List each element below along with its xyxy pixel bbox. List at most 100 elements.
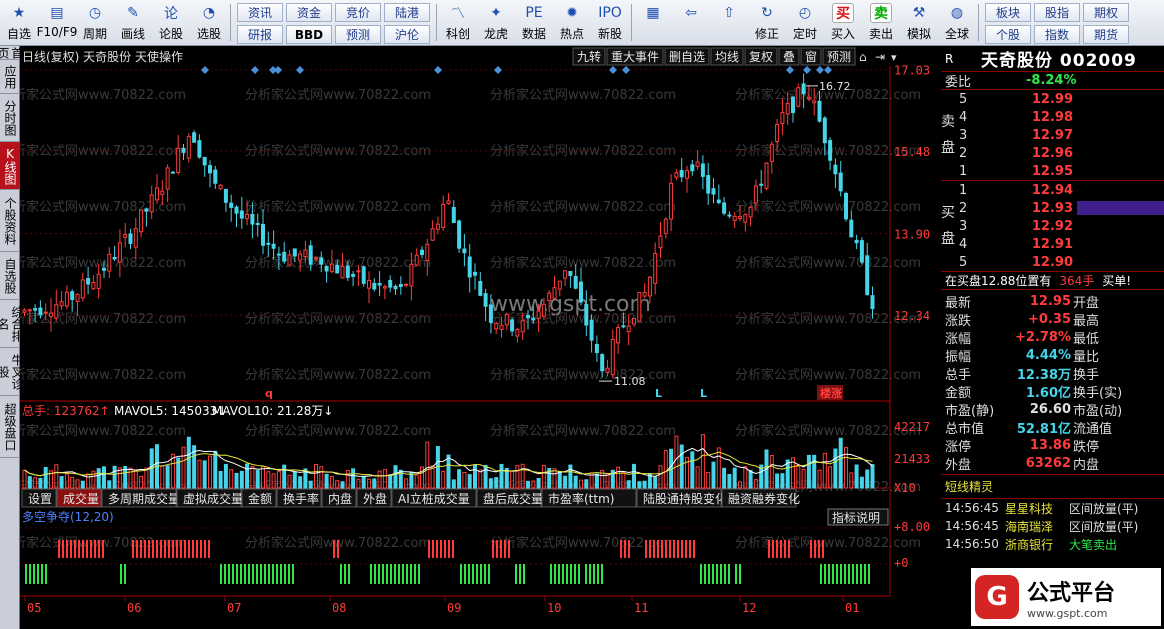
market-button-4[interactable]: 指数 (1034, 25, 1080, 44)
grid-button-0[interactable]: 资讯 (237, 3, 283, 22)
ask-book-level[interactable]: 5 12.99 (959, 90, 1164, 108)
volume-bar (812, 454, 817, 489)
news-item[interactable]: 14:56:50 浙商银行 大笔卖出 (941, 535, 1164, 553)
event-diamond-icon[interactable] (494, 66, 502, 74)
dingshi-button[interactable]: ◴ 定时 (786, 0, 824, 45)
chart-tab-0[interactable]: 九转 (572, 47, 606, 66)
event-diamond-icon[interactable] (786, 66, 794, 74)
indicator-tab-4[interactable]: 金额 (241, 488, 277, 508)
grid-button-7[interactable]: 沪伦 (384, 25, 430, 44)
leftnav-item-8[interactable]: 超级盘口 (0, 396, 20, 458)
ask-book-level[interactable]: 2 12.96 (959, 144, 1164, 162)
event-diamond-icon[interactable] (251, 66, 259, 74)
event-diamond-icon[interactable] (434, 66, 442, 74)
candle-body (658, 235, 663, 249)
market-button-1[interactable]: 股指 (1034, 3, 1080, 22)
next-icon[interactable]: ⇥ (875, 50, 885, 64)
indicator-tab-9[interactable]: 盘后成交量 (476, 488, 543, 508)
indicator-tab-5[interactable]: 换手率 (276, 488, 322, 508)
market-button-0[interactable]: 板块 (985, 3, 1031, 22)
lunguo-button[interactable]: 论论股 (152, 0, 190, 45)
event-diamond-icon[interactable] (201, 66, 209, 74)
indicator-tab-1[interactable]: 成交量 (56, 488, 102, 508)
grid-button-4[interactable]: 研报 (237, 25, 283, 44)
indicator-tab-8[interactable]: AI立桩成交量 (391, 488, 477, 508)
dropdown-icon[interactable]: ▾ (891, 51, 897, 64)
indicator-tab-11[interactable]: 陆股通持股变化 (636, 488, 727, 508)
event-diamond-icon[interactable] (816, 66, 824, 74)
grid-button-6[interactable]: 预测 (335, 25, 381, 44)
zixuan-button[interactable]: ★ 自选 (0, 0, 38, 45)
redian-button[interactable]: ✹ 热点 (553, 0, 591, 45)
market-button-3[interactable]: 个股 (985, 25, 1031, 44)
kline-chart-area[interactable]: 日线(复权) 天奇股份 天使操作 九转重大事件删自选均线复权叠窗预测 ⌂ ⇥ ▾ 分析家公… (0, 46, 940, 616)
f10-button[interactable]: ▤ F10/F9 (37, 0, 78, 45)
leftnav-item-4[interactable]: 个股资料 (0, 190, 20, 252)
grid-button-1[interactable]: 资金 (286, 3, 332, 22)
indicator-help-button[interactable]: 指标说明 (827, 508, 889, 526)
grid-button-5[interactable]: BBD (286, 25, 332, 44)
quanqiu-button[interactable]: ◍ 全球 (938, 0, 976, 45)
news-item[interactable]: 14:56:45 星星科技 区间放量(平) (941, 499, 1164, 517)
indicator-tab-2[interactable]: 多周期成交量 (101, 488, 180, 508)
chart-tab-7[interactable]: 预测 (822, 47, 856, 66)
ask-book-level[interactable]: 4 12.98 (959, 108, 1164, 126)
bid-book-level[interactable]: 3 12.92 (959, 217, 1164, 235)
signal-marker-3: 楼涨 (820, 386, 842, 400)
leftnav-item-6[interactable]: 综合排名 (0, 300, 24, 348)
back-button[interactable]: ⇦ (672, 0, 710, 45)
event-diamond-icon[interactable] (609, 66, 617, 74)
ask-book-level[interactable]: 1 12.95 (959, 162, 1164, 180)
leftnav-item-3[interactable]: K线图 (0, 142, 20, 190)
longhu-button[interactable]: ✦ 龙虎 (477, 0, 515, 45)
leftnav-item-7[interactable]: 牛叉诊股 (0, 348, 24, 396)
event-diamond-icon[interactable] (622, 66, 630, 74)
chart-tab-4[interactable]: 复权 (744, 47, 778, 66)
leftnav-item-0[interactable]: 首页 (0, 46, 24, 60)
huaxian-button[interactable]: ✎ 画线 (114, 0, 152, 45)
leftnav-item-2[interactable]: 分时图 (0, 94, 20, 142)
bid-book-level[interactable]: 2 12.93 (959, 199, 1164, 217)
chart-tab-2[interactable]: 删自选 (664, 47, 710, 66)
news-item[interactable]: 14:56:45 海南瑞泽 区间放量(平) (941, 517, 1164, 535)
bid-book-level[interactable]: 1 12.94 (959, 181, 1164, 199)
up-button[interactable]: ⇧ (710, 0, 748, 45)
zhouqi-button[interactable]: ◷ 周期 (76, 0, 114, 45)
xuangu-button[interactable]: ◔ 选股 (190, 0, 228, 45)
event-diamond-icon[interactable] (824, 66, 832, 74)
mairu-button[interactable]: 买买入 (824, 0, 862, 45)
chart-tab-6[interactable]: 窗 (800, 47, 822, 66)
kechuang-button[interactable]: 〽科创 (439, 0, 477, 45)
event-diamond-icon[interactable] (296, 66, 304, 74)
kline-chart-svg[interactable]: 日线(复权) 天奇股份 天使操作 九转重大事件删自选均线复权叠窗预测 ⌂ ⇥ ▾ 分析家公… (0, 46, 940, 616)
indicator-tab-10[interactable]: 市盈率(ttm) (541, 488, 637, 508)
grid-button-3[interactable]: 陆港 (384, 3, 430, 22)
lock-icon[interactable]: ⌂ (859, 50, 867, 64)
leftnav-item-1[interactable]: 应用 (0, 60, 20, 94)
bid-book-level[interactable]: 4 12.91 (959, 235, 1164, 253)
market-button-5[interactable]: 期货 (1083, 25, 1129, 44)
event-diamond-icon[interactable] (803, 66, 811, 74)
chart-tab-1[interactable]: 重大事件 (606, 47, 664, 66)
indicator-tab-3[interactable]: 虚拟成交量 (176, 488, 243, 508)
leftnav-item-5[interactable]: 自选股 (0, 252, 20, 300)
chart-tab-5[interactable]: 叠 (778, 47, 800, 66)
xingu-button[interactable]: IPO 新股 (591, 0, 629, 45)
market-button-2[interactable]: 期权 (1083, 3, 1129, 22)
candle-body (844, 193, 848, 220)
chart-tab-3[interactable]: 均线 (710, 47, 744, 66)
indicator-tab-12[interactable]: 融资融券变化 (721, 488, 800, 508)
bid-book-level[interactable]: 5 12.90 (959, 253, 1164, 271)
indicator-tab-6[interactable]: 内盘 (321, 488, 357, 508)
grid-button[interactable]: ▦ (634, 0, 672, 45)
shuju-button[interactable]: PE 数据 (515, 0, 553, 45)
grid-button-2[interactable]: 竞价 (335, 3, 381, 22)
ask-book-level[interactable]: 3 12.97 (959, 126, 1164, 144)
indicator-tab-7[interactable]: 外盘 (356, 488, 392, 508)
xiuzheng-button[interactable]: ↻ 修正 (748, 0, 786, 45)
moni-button[interactable]: ⚒ 模拟 (900, 0, 938, 45)
maichu-button[interactable]: 卖卖出 (862, 0, 900, 45)
event-diamond-icon[interactable] (274, 66, 282, 74)
indicator-tab-0[interactable]: 设置 (21, 488, 57, 508)
ask-book-label: 卖盘 (941, 114, 955, 156)
